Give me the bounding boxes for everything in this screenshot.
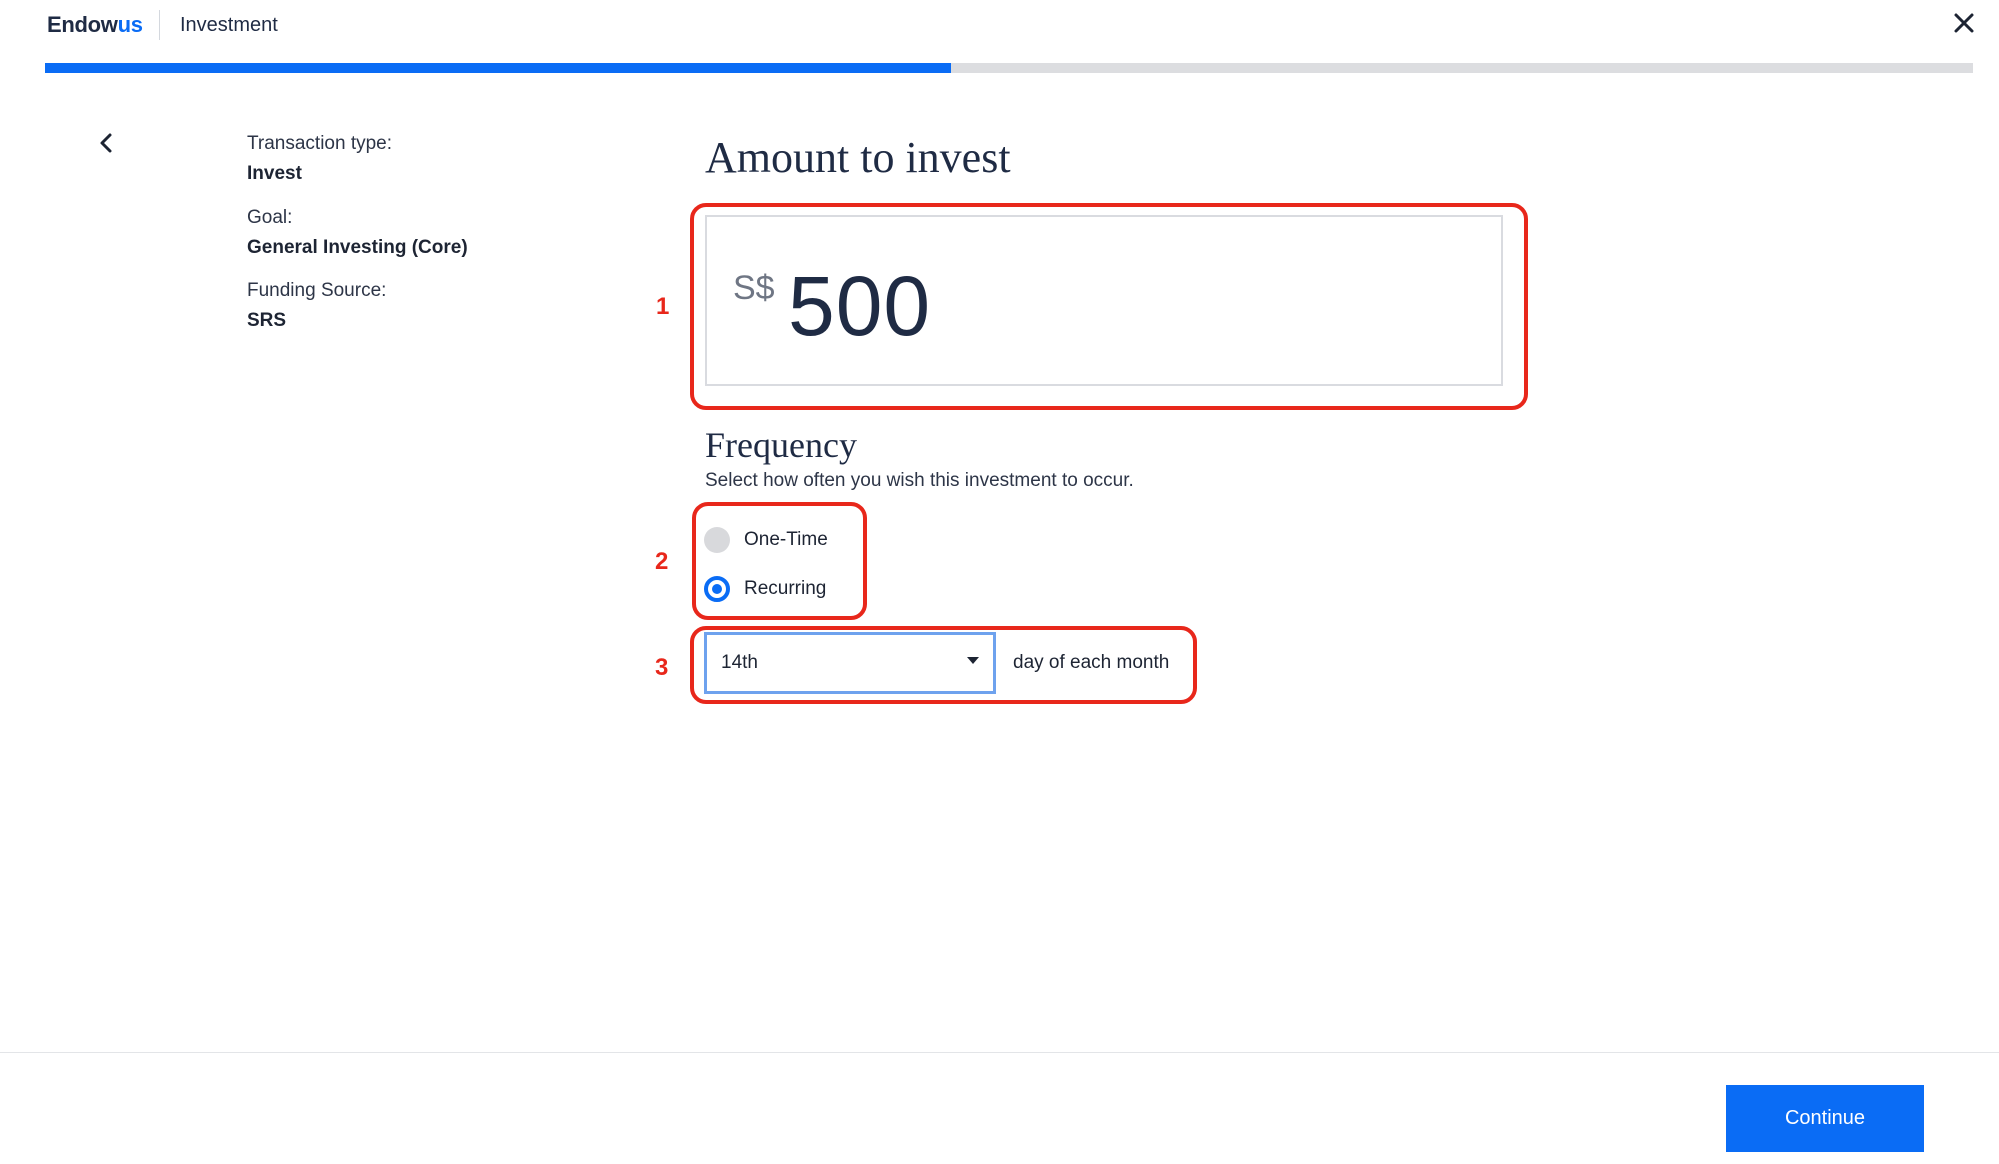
close-button[interactable] [1948, 7, 1980, 39]
footer-divider [0, 1052, 1999, 1053]
funding-source-value: SRS [247, 310, 287, 331]
goal-value: General Investing (Core) [247, 237, 468, 258]
annotation-number-3: 3 [655, 654, 669, 681]
transaction-type-value: Invest [247, 163, 302, 184]
annotation-number-2: 2 [655, 548, 669, 575]
radio-recurring-circle[interactable] [704, 576, 730, 602]
frequency-subtitle: Select how often you wish this investmen… [705, 470, 1134, 491]
day-of-month-suffix: day of each month [1013, 652, 1170, 673]
goal-label: Goal: [247, 207, 293, 228]
day-of-month-select[interactable]: 14th [704, 632, 996, 694]
currency-prefix: S$ [733, 269, 775, 307]
section-title: Investment [180, 14, 278, 36]
endowus-logo: Endowus [47, 12, 143, 37]
transaction-type-label: Transaction type: [247, 133, 393, 154]
close-icon [1954, 13, 1974, 33]
progress-bar-fill [45, 63, 952, 73]
dropdown-caret-icon [967, 657, 979, 664]
day-of-month-value: 14th [721, 652, 758, 673]
back-button[interactable] [92, 128, 122, 158]
header-divider [159, 10, 160, 40]
continue-button[interactable]: Continue [1726, 1085, 1924, 1152]
annotation-number-1: 1 [656, 293, 670, 320]
radio-one-time-label: One-Time [744, 529, 828, 550]
progress-bar [45, 63, 1973, 73]
annotation-box-2 [692, 502, 867, 620]
back-chevron-icon [100, 133, 112, 153]
amount-heading: Amount to invest [705, 133, 1011, 182]
funding-source-label: Funding Source: [247, 280, 387, 301]
radio-one-time-circle[interactable] [704, 527, 730, 553]
frequency-heading: Frequency [705, 425, 857, 465]
radio-recurring-label: Recurring [744, 578, 827, 599]
amount-value[interactable]: 500 [788, 256, 931, 356]
